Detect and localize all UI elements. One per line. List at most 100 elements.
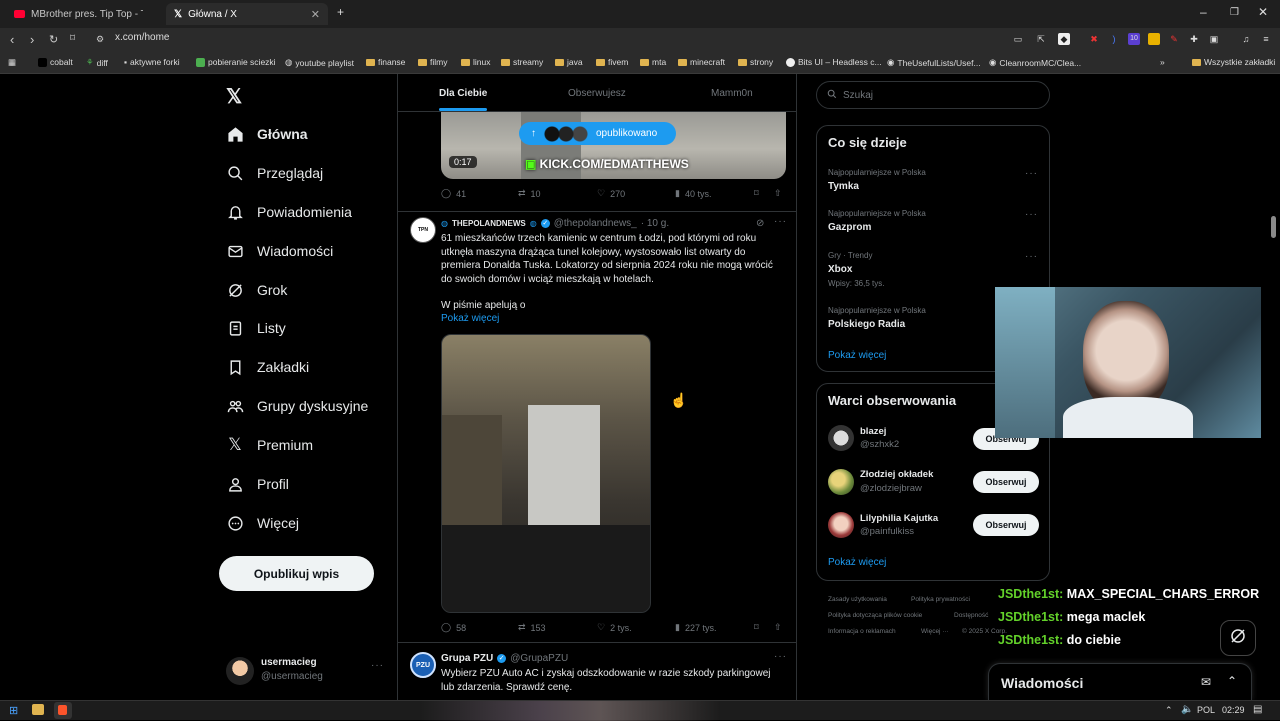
nav-explore[interactable]: Przeglądaj: [226, 159, 323, 187]
suggestion-name[interactable]: Lilyphilia Kajutka: [860, 513, 938, 524]
bookmark-folder-filmy[interactable]: filmy: [418, 57, 447, 67]
language-indicator[interactable]: POL: [1197, 705, 1215, 715]
restore-icon[interactable]: ❐: [1230, 7, 1239, 18]
trend-name[interactable]: Polskiego Radia: [828, 319, 905, 330]
extension-red-icon[interactable]: ✖: [1088, 33, 1100, 45]
follow-button[interactable]: Obserwuj: [973, 471, 1039, 493]
tweet-image[interactable]: [441, 334, 651, 613]
bookmark-usefullists[interactable]: ◉ TheUsefulLists/Usef...: [887, 57, 981, 68]
suggestion-name[interactable]: blazej: [860, 426, 886, 437]
share-icon[interactable]: ⇱: [1035, 33, 1047, 45]
footer-link[interactable]: Więcej ···: [921, 628, 949, 635]
bookmark-folder-minecraft[interactable]: minecraft: [678, 57, 725, 67]
apps-grid-icon[interactable]: ▦: [8, 57, 16, 68]
footer-link[interactable]: Polityka prywatności: [911, 596, 970, 603]
suggestion-name[interactable]: Złodziej okładek: [860, 469, 933, 480]
footer-link[interactable]: Informacja o reklamach: [828, 628, 896, 635]
bookmark-folder-strony[interactable]: strony: [738, 57, 773, 67]
show-more-suggestions[interactable]: Pokaż więcej: [828, 557, 886, 568]
sidebar-icon[interactable]: ▣: [1208, 33, 1220, 45]
views-button[interactable]: ▮ 227 tys.: [675, 622, 716, 633]
file-explorer-icon[interactable]: [32, 704, 44, 715]
trend-name[interactable]: Gazprom: [828, 222, 871, 233]
bookmark-folder-mta[interactable]: mta: [640, 57, 666, 67]
bookmark-page-icon[interactable]: ⌑: [70, 33, 75, 44]
avatar[interactable]: PZU: [410, 652, 436, 678]
author-name[interactable]: THEPOLANDNEWS: [452, 219, 526, 228]
url-field[interactable]: x.com/home: [115, 32, 169, 43]
more-icon[interactable]: ···: [1025, 251, 1038, 262]
tab-for-you[interactable]: Dla Ciebie: [439, 88, 487, 99]
windows-start-icon[interactable]: ⊞: [9, 704, 18, 717]
grok-icon[interactable]: ⊘: [756, 218, 764, 229]
minimize-icon[interactable]: –: [1200, 5, 1207, 19]
x-logo-icon[interactable]: 𝕏: [226, 84, 242, 109]
bookmark-youtube-playlist[interactable]: ◍ youtube playlist: [285, 57, 354, 68]
bookmark-cobalt[interactable]: cobalt: [38, 57, 73, 67]
like-button[interactable]: ♡ 2 tys.: [597, 622, 632, 633]
follow-button[interactable]: Obserwuj: [973, 514, 1039, 536]
author-handle[interactable]: @thepolandnews_: [554, 218, 637, 229]
speaker-icon[interactable]: 🔈: [1181, 704, 1193, 715]
bookmark-diff[interactable]: ⚘ diff: [86, 57, 108, 68]
back-icon[interactable]: ‹: [10, 32, 14, 47]
repost-button[interactable]: ⇄ 10: [518, 188, 541, 199]
nav-notifications[interactable]: Powiadomienia: [226, 198, 352, 226]
page-scrollbar[interactable]: [1271, 216, 1276, 238]
chevron-up-icon[interactable]: ⌃: [1165, 705, 1173, 716]
avatar[interactable]: [828, 512, 854, 538]
nav-bookmarks[interactable]: Zakładki: [226, 353, 309, 381]
pen-icon[interactable]: ✎: [1168, 33, 1180, 45]
footer-link[interactable]: Zasady użytkowania: [828, 596, 887, 603]
author-name[interactable]: Grupa PZU: [441, 653, 493, 664]
media-icon[interactable]: ♫: [1240, 33, 1252, 45]
clock[interactable]: 02:29: [1222, 705, 1245, 715]
tab-x-home[interactable]: 𝕏 Główna / X ✕: [166, 3, 328, 25]
site-info-icon[interactable]: ⚙: [96, 34, 104, 45]
bookmark-folder-finanse[interactable]: finanse: [366, 57, 405, 67]
extension-badge-icon[interactable]: 10: [1128, 33, 1140, 45]
tab-following[interactable]: Obserwujesz: [568, 88, 626, 99]
bookmark-cleanroommc[interactable]: ◉ CleanroomMC/Clea...: [989, 57, 1081, 68]
bookmark-bits-ui[interactable]: Bits UI – Headless c...: [786, 57, 882, 67]
nav-home[interactable]: Główna: [226, 120, 308, 148]
forward-icon[interactable]: ›: [30, 32, 34, 47]
reply-button[interactable]: ◯ 58: [441, 622, 466, 633]
post-button[interactable]: Opublikuj wpis: [219, 556, 374, 591]
nav-communities[interactable]: Grupy dyskusyjne: [226, 392, 368, 420]
footer-link[interactable]: Dostępność: [954, 612, 988, 619]
author-handle[interactable]: @GrupaPZU: [510, 653, 568, 664]
share-button[interactable]: ⇧: [774, 622, 782, 633]
tab-youtube[interactable]: MBrother pres. Tip Top - Tell Me: [6, 3, 164, 25]
chevron-up-icon[interactable]: ⌃: [1227, 674, 1237, 688]
reload-icon[interactable]: ↻: [49, 33, 58, 46]
grok-float-button[interactable]: [1220, 620, 1256, 656]
nav-grok[interactable]: Grok: [226, 276, 287, 304]
more-icon[interactable]: ···: [371, 660, 384, 671]
menu-icon[interactable]: ≡: [1260, 33, 1272, 45]
new-message-icon[interactable]: ✉: [1201, 675, 1211, 689]
nav-lists[interactable]: Listy: [226, 314, 286, 342]
cast-icon[interactable]: ▭: [1012, 33, 1024, 45]
extension-blue-icon[interactable]: ): [1108, 33, 1120, 45]
trend-name[interactable]: Tymka: [828, 181, 859, 192]
avatar[interactable]: [828, 425, 854, 451]
reply-button[interactable]: ◯ 41: [441, 188, 466, 199]
tab-list-mammon[interactable]: Mamm0n: [711, 88, 753, 99]
bookmark-pobieranie[interactable]: pobieranie sciezki: [196, 57, 276, 67]
footer-link[interactable]: Polityka dotycząca plików cookie: [828, 612, 922, 619]
chevron-right-icon[interactable]: »: [1160, 57, 1165, 67]
like-button[interactable]: ♡ 270: [597, 188, 625, 199]
nav-more[interactable]: Więcej: [226, 509, 299, 537]
puzzle-icon[interactable]: ✚: [1188, 33, 1200, 45]
extension-yellow-icon[interactable]: [1148, 33, 1160, 45]
more-icon[interactable]: ···: [1025, 209, 1038, 220]
tweet-video[interactable]: 0:17 ↑ opublikowano ▣ KICK.COM/EDMATTHEW…: [441, 112, 786, 179]
show-more-link[interactable]: Pokaż więcej: [441, 312, 499, 326]
repost-button[interactable]: ⇄ 153: [518, 622, 546, 633]
nav-messages[interactable]: Wiadomości: [226, 237, 333, 265]
bookmark-all[interactable]: Wszystkie zakładki: [1192, 57, 1275, 67]
nav-premium[interactable]: 𝕏 Premium: [226, 431, 313, 459]
messages-drawer[interactable]: Wiadomości ✉ ⌃: [988, 663, 1252, 700]
tweet-time[interactable]: · 10 g.: [641, 218, 669, 229]
